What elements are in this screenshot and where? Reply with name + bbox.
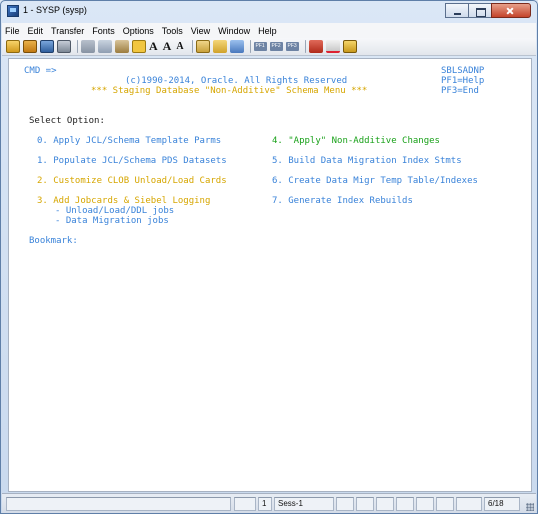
font-smaller-icon[interactable]: A — [176, 41, 183, 52]
window-title: 1 - SYSP (sysp) — [23, 5, 87, 15]
status-indicator-1 — [336, 497, 354, 511]
pf1-help-label: PF1=Help — [441, 76, 485, 86]
menu-window[interactable]: Window — [218, 26, 250, 36]
status-message-area — [6, 497, 231, 511]
session-number: 1 — [258, 497, 272, 511]
receive-icon[interactable] — [229, 40, 244, 53]
font-icon[interactable]: A — [149, 39, 158, 54]
status-indicator-5 — [416, 497, 434, 511]
pf3-end-label: PF3=End — [441, 86, 479, 96]
pf2-icon[interactable]: PF2 — [269, 42, 283, 51]
menu-edit[interactable]: Edit — [28, 26, 44, 36]
enter-icon[interactable] — [308, 40, 323, 53]
status-indicator-3 — [376, 497, 394, 511]
option-1[interactable]: 1. Populate JCL/Schema PDS Datasets — [37, 156, 227, 166]
resize-grip-icon[interactable] — [526, 503, 534, 511]
menu-file[interactable]: File — [5, 26, 20, 36]
window-controls — [445, 3, 531, 18]
new-session-icon[interactable] — [6, 40, 20, 53]
option-2[interactable]: 2. Customize CLOB Unload/Load Cards — [37, 176, 227, 186]
menu-bar: File Edit Transfer Fonts Options Tools V… — [2, 23, 536, 38]
toolbar: A A A PF1 PF2 PF3 — [2, 38, 536, 56]
option-3-sub-migration: - Data Migration jobs — [55, 216, 169, 226]
command-prompt[interactable]: CMD => — [24, 66, 57, 76]
paste-icon[interactable] — [115, 40, 129, 53]
select-option-label: Select Option: — [29, 116, 105, 126]
status-indicator-6 — [436, 497, 454, 511]
session-name: Sess-1 — [274, 497, 334, 511]
toolbar-separator — [77, 40, 78, 53]
status-indicator-4 — [396, 497, 414, 511]
menu-tools[interactable]: Tools — [162, 26, 183, 36]
app-icon[interactable] — [7, 5, 19, 17]
option-3-sub-unload: - Unload/Load/DDL jobs — [55, 206, 175, 216]
option-3[interactable]: 3. Add Jobcards & Siebel Logging — [37, 196, 210, 206]
option-6[interactable]: 6. Create Data Migr Temp Table/Indexes — [272, 176, 478, 186]
menu-title: *** Staging Database "Non-Additive" Sche… — [91, 86, 368, 96]
status-indicator-7 — [456, 497, 482, 511]
copy-icon[interactable] — [98, 40, 112, 53]
font-larger-icon[interactable]: A — [163, 39, 172, 54]
option-5[interactable]: 5. Build Data Migration Index Stmts — [272, 156, 462, 166]
print-icon[interactable] — [57, 40, 71, 53]
option-0[interactable]: 0. Apply JCL/Schema Template Parms — [37, 136, 221, 146]
copyright-notice: (c)1990-2014, Oracle. All Rights Reserve… — [125, 76, 348, 86]
menu-options[interactable]: Options — [123, 26, 154, 36]
status-empty-cell — [234, 497, 256, 511]
menu-fonts[interactable]: Fonts — [92, 26, 115, 36]
menu-view[interactable]: View — [191, 26, 210, 36]
option-4[interactable]: 4. "Apply" Non-Additive Changes — [272, 136, 440, 146]
option-7[interactable]: 7. Generate Index Rebuilds — [272, 196, 413, 206]
cut-icon[interactable] — [81, 40, 95, 53]
macro-icon[interactable] — [342, 40, 357, 53]
title-bar[interactable]: 1 - SYSP (sysp) — [1, 1, 537, 22]
terminal-screen[interactable]: CMD => SBLSADNP (c)1990-2014, Oracle. Al… — [8, 58, 532, 492]
toolbar-separator — [304, 40, 306, 53]
selected-icon[interactable] — [132, 40, 146, 53]
menu-transfer[interactable]: Transfer — [51, 26, 84, 36]
app-window: 1 - SYSP (sysp) File Edit Transfer Fonts… — [0, 0, 538, 514]
maximize-button[interactable] — [468, 3, 492, 18]
check-icon[interactable] — [325, 40, 340, 53]
status-indicator-2 — [356, 497, 374, 511]
pf3-icon[interactable]: PF3 — [285, 42, 299, 51]
send-icon[interactable] — [212, 40, 227, 53]
open-icon[interactable] — [23, 40, 37, 53]
panel-id: SBLSADNP — [441, 66, 485, 76]
minimize-button[interactable] — [445, 3, 469, 18]
cursor-position: 6/18 — [484, 497, 520, 511]
status-bar: 1 Sess-1 6/18 — [2, 493, 536, 513]
pf1-icon[interactable]: PF1 — [253, 42, 267, 51]
bookmark-field[interactable]: Bookmark: — [29, 236, 78, 246]
save-icon[interactable] — [40, 40, 54, 53]
keyboard-icon[interactable] — [195, 40, 210, 53]
menu-help[interactable]: Help — [258, 26, 277, 36]
close-button[interactable] — [491, 3, 531, 18]
toolbar-separator — [191, 40, 193, 53]
toolbar-separator — [249, 40, 251, 53]
